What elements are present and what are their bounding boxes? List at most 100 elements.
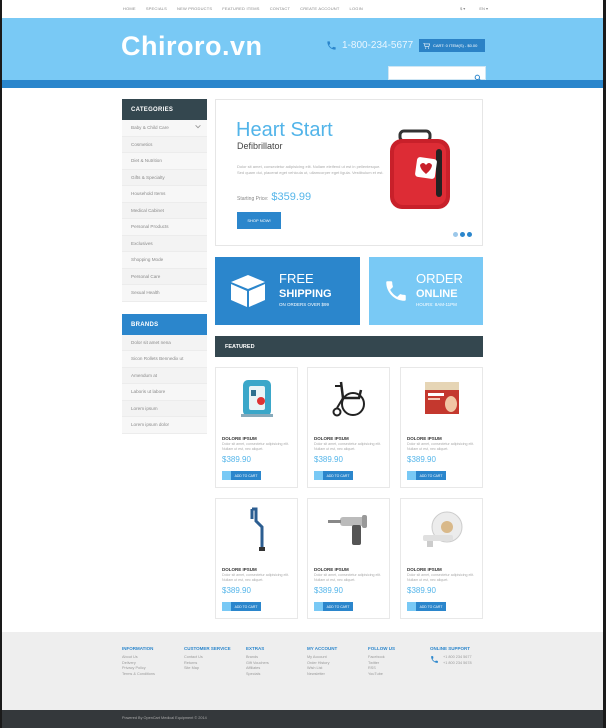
brand-item[interactable]: Lorem ipsum dolor <box>122 417 207 434</box>
product-price: $389.90 <box>407 455 436 464</box>
add-to-cart-button[interactable]: ADD TO CART <box>222 602 261 611</box>
product-image[interactable] <box>216 499 297 559</box>
product-description: Dolor sit amet, consectetur adipisicing … <box>407 573 475 582</box>
slide-price-label: Starting Price: <box>237 196 269 202</box>
slider-dot[interactable] <box>467 232 472 237</box>
product-card[interactable]: DOLORE IPSUM Dolor sit amet, consectetur… <box>400 367 483 488</box>
slide-description: Dolor sit amet, consectetur adipisicing … <box>237 164 384 175</box>
category-item[interactable]: Medical Cabinet <box>122 202 207 219</box>
brand-item[interactable]: Lorem ipsum <box>122 400 207 417</box>
product-name[interactable]: DOLORE IPSUM <box>314 436 349 441</box>
product-card[interactable]: DOLORE IPSUM Dolor sit amet, consectetur… <box>215 498 298 619</box>
order-online-line2: ONLINE <box>416 288 458 300</box>
product-price: $389.90 <box>407 586 436 595</box>
product-name[interactable]: DOLORE IPSUM <box>222 567 257 572</box>
add-to-cart-label: ADD TO CART <box>231 602 261 611</box>
category-label: Exclusives <box>131 240 153 246</box>
footer-link[interactable]: Site Map <box>184 666 231 672</box>
slider-dot[interactable] <box>460 232 465 237</box>
cart-button[interactable]: CART: 0 ITEM(S) - $0.00 <box>419 39 485 52</box>
category-item[interactable]: Household Items <box>122 186 207 203</box>
footer-column-title: EXTRAS <box>246 646 265 651</box>
category-item[interactable]: Personal Products <box>122 219 207 236</box>
product-image[interactable] <box>401 499 482 559</box>
cart-label: CART: 0 ITEM(S) - $0.00 <box>433 43 478 48</box>
free-shipping-banner[interactable]: FREE SHIPPING ON ORDERS OVER $99 <box>215 257 360 325</box>
footer-link[interactable]: Terms & Conditions <box>122 672 155 678</box>
footer-column-my-account: MY ACCOUNT My Account Order History Wish… <box>307 646 337 677</box>
category-item[interactable]: Exclusives <box>122 235 207 252</box>
phone-number: 1-800-234-5677 <box>342 40 414 51</box>
product-card[interactable]: DOLORE IPSUM Dolor sit amet, consectetur… <box>400 498 483 619</box>
box-icon <box>231 275 265 307</box>
product-card[interactable]: DOLORE IPSUM Dolor sit amet, consectetur… <box>215 367 298 488</box>
topnav-link-featured[interactable]: FEATURED ITEMS <box>222 6 259 11</box>
hero-slider: Heart Start Defibrillator Dolor sit amet… <box>215 99 483 246</box>
add-to-cart-button[interactable]: ADD TO CART <box>407 471 446 480</box>
footer-link[interactable]: YouTube <box>368 672 395 678</box>
product-image[interactable] <box>308 499 389 559</box>
add-to-cart-button[interactable]: ADD TO CART <box>222 471 261 480</box>
product-name[interactable]: DOLORE IPSUM <box>407 567 442 572</box>
featured-heading: FEATURED <box>215 336 483 357</box>
brand-item[interactable]: Laboris ut labore <box>122 384 207 401</box>
slider-dot[interactable] <box>453 232 458 237</box>
search-box[interactable] <box>388 66 486 82</box>
language-select[interactable]: EN ▾ <box>479 6 488 11</box>
brand-label: Sicon Rollets Bennedix ut <box>131 356 184 361</box>
site-logo[interactable]: Chiroro.vn <box>121 31 263 62</box>
product-card[interactable]: DOLORE IPSUM Dolor sit amet, consectetur… <box>307 498 390 619</box>
topnav-link-new-products[interactable]: NEW PRODUCTS <box>177 6 212 11</box>
brand-label: Amendum at <box>131 372 158 378</box>
category-item[interactable]: Diet & Nutrition <box>122 153 207 170</box>
add-to-cart-label: ADD TO CART <box>231 471 261 480</box>
product-card[interactable]: DOLORE IPSUM Dolor sit amet, consectetur… <box>307 367 390 488</box>
topnav-link-specials[interactable]: SPECIALS <box>146 6 167 11</box>
category-item[interactable]: Shopping Mode <box>122 252 207 269</box>
footer-column-title: ONLINE SUPPORT <box>430 646 471 651</box>
product-price: $389.90 <box>314 586 343 595</box>
category-item[interactable]: Baby & Child Care <box>122 120 207 137</box>
phone-contact: 1-800-234-5677 <box>326 40 413 51</box>
support-contact: +1 800 234 5677 +1 800 234 5678 <box>430 655 472 666</box>
category-item[interactable]: Sexual Health <box>122 285 207 302</box>
topnav-link-create-account[interactable]: CREATE ACCOUNT <box>300 6 339 11</box>
product-image[interactable] <box>401 368 482 428</box>
add-to-cart-button[interactable]: ADD TO CART <box>407 602 446 611</box>
order-online-banner[interactable]: ORDER ONLINE HOURS: 8AM-11PM <box>369 257 483 325</box>
product-name[interactable]: DOLORE IPSUM <box>314 567 349 572</box>
footer-link[interactable]: Specials <box>246 672 269 678</box>
brand-item[interactable]: Sicon Rollets Bennedix ut <box>122 351 207 368</box>
product-description: Dolor sit amet, consectetur adipisicing … <box>222 573 290 582</box>
footer-column-title: CUSTOMER SERVICE <box>184 646 231 651</box>
cart-icon <box>407 602 416 611</box>
add-to-cart-label: ADD TO CART <box>323 471 353 480</box>
currency-select[interactable]: $ ▾ <box>460 6 465 11</box>
product-price: $389.90 <box>222 455 251 464</box>
add-to-cart-button[interactable]: ADD TO CART <box>314 602 353 611</box>
brand-item[interactable]: Dolor sit amet nena <box>122 334 207 351</box>
add-to-cart-button[interactable]: ADD TO CART <box>314 471 353 480</box>
footer-column-title: FOLLOW US <box>368 646 395 651</box>
category-item[interactable]: Gifts & Specialty <box>122 169 207 186</box>
product-image[interactable] <box>308 368 389 428</box>
category-item[interactable]: Cosmetics <box>122 136 207 153</box>
copyright-bar: Powered By OpenCart Medical Equipment © … <box>2 710 603 728</box>
category-label: Diet & Nutrition <box>131 158 162 163</box>
slide-subtitle: Defibrillator <box>237 141 283 151</box>
topnav-link-home[interactable]: HOME <box>123 6 136 11</box>
topnav-link-contact[interactable]: CONTACT <box>270 6 290 11</box>
category-label: Gifts & Specialty <box>131 174 165 180</box>
footer-link[interactable]: Newsletter <box>307 672 337 678</box>
brand-label: Lorem ipsum dolor <box>131 422 170 427</box>
product-image[interactable] <box>216 368 297 428</box>
phone-icon <box>386 281 406 301</box>
topnav-link-login[interactable]: LOGIN <box>350 6 363 11</box>
shop-now-button[interactable]: SHOP NOW! <box>237 212 281 229</box>
chevron-down-icon <box>195 124 201 129</box>
footer-column-online-support: ONLINE SUPPORT +1 800 234 5677 +1 800 23… <box>430 646 472 666</box>
category-item[interactable]: Personal Care <box>122 268 207 285</box>
product-name[interactable]: DOLORE IPSUM <box>222 436 257 441</box>
product-name[interactable]: DOLORE IPSUM <box>407 436 442 441</box>
brand-item[interactable]: Amendum at <box>122 367 207 384</box>
